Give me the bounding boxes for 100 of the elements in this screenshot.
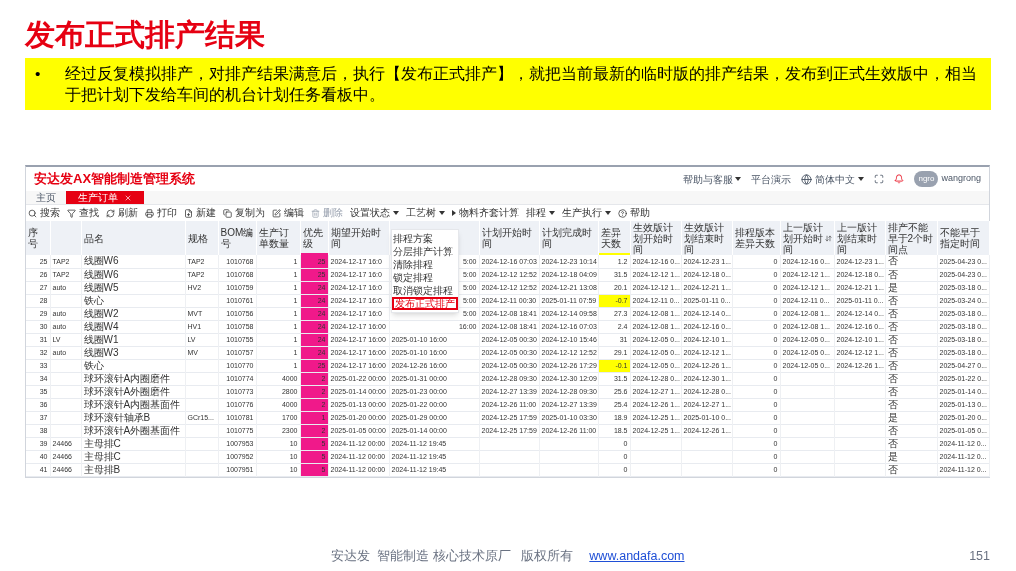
table-cell: 铁心 — [81, 359, 185, 372]
column-header[interactable]: 生产订单数量 — [256, 221, 300, 255]
toolbar-button[interactable]: 打印 — [145, 208, 177, 218]
table-cell: 是 — [885, 281, 937, 294]
toolbar-button[interactable]: 设置状态 — [350, 208, 399, 218]
table-cell: 线圈W1 — [81, 333, 185, 346]
column-header[interactable]: 排产不能早于2个时间点 — [885, 221, 937, 255]
table-cell: 球环滚针A外圈基面件 — [81, 424, 185, 437]
toolbar-button[interactable]: 刷新 — [106, 208, 138, 218]
new-file-icon — [184, 208, 193, 218]
bell-icon[interactable] — [894, 174, 905, 184]
toolbar-button[interactable]: 工艺树 — [406, 208, 445, 218]
table-cell: 球环滚针A内圈磨件 — [81, 372, 185, 385]
menu-item[interactable]: 排程方案 — [392, 232, 458, 245]
table-cell: 否 — [885, 437, 937, 450]
user-name: wangrong — [941, 172, 981, 186]
table-cell: 主母排B — [81, 463, 185, 476]
website-link[interactable]: www.andafa.com — [589, 546, 685, 566]
note-text: 经过反复模拟排产，对排产结果满意后，执行【发布正式排产】，就把当前最新的临时版的排产结果，发布到正式生效版中，相当于把计划下发给车间的机台计划任务看板中。 — [65, 64, 978, 105]
table-cell: 否 — [885, 359, 937, 372]
trash-icon — [311, 208, 320, 218]
top-menu-link[interactable]: 平台演示 — [751, 171, 792, 187]
sort-icon[interactable] — [824, 234, 832, 242]
help-icon — [618, 208, 627, 218]
table-cell: 否 — [885, 333, 937, 346]
bullet: • — [35, 64, 42, 84]
filter-icon — [67, 208, 76, 218]
footer-text: 安达发 智能制造 核心技术原厂 版权所有 — [331, 547, 574, 565]
table-cell: 否 — [885, 320, 937, 333]
table-cell: 球环滚针A外圈磨件 — [81, 385, 185, 398]
menu-item[interactable]: 取消锁定排程 — [392, 284, 458, 297]
refresh-icon — [106, 208, 115, 218]
table-cell: 线圈W3 — [81, 346, 185, 359]
caret-icon — [735, 177, 742, 181]
table-cell: 否 — [885, 346, 937, 359]
menu-item[interactable]: 锁定排程 — [392, 271, 458, 284]
table-cell: 主母排C — [81, 450, 185, 463]
menu-item[interactable]: 发布正式排产 — [392, 297, 458, 310]
toolbar-button[interactable]: 排程 — [526, 208, 555, 218]
globe-icon — [801, 173, 813, 185]
column-header[interactable]: 上一版计划结束时间 — [834, 221, 885, 255]
table-cell: 否 — [885, 372, 937, 385]
menu-item[interactable]: 分层排产计算 — [392, 245, 458, 258]
toolbar-button[interactable]: 查找 — [67, 208, 99, 218]
table-cell: 否 — [885, 385, 937, 398]
column-header[interactable]: 计划开始时间 — [479, 221, 539, 255]
caret-icon — [393, 211, 399, 215]
caret-icon — [439, 211, 445, 215]
caret-icon — [549, 211, 555, 215]
toolbar-button[interactable]: 复制为 — [223, 208, 265, 218]
search-icon — [28, 208, 37, 218]
column-header[interactable]: 规格 — [185, 221, 218, 255]
expand-arrow-icon — [452, 210, 456, 216]
column-header[interactable]: 序号 — [26, 221, 50, 255]
top-menu-link[interactable]: 帮助与客服 — [683, 171, 742, 187]
column-header[interactable]: 期望开始时间 — [328, 221, 389, 255]
toolbar-button[interactable]: 编辑 — [272, 208, 304, 218]
toolbar-button[interactable]: 新建 — [184, 208, 216, 218]
column-header[interactable]: 生效版计划开始时间 — [630, 221, 681, 255]
caret-icon — [605, 211, 611, 215]
column-header[interactable]: 差异天数 — [598, 221, 630, 255]
tab[interactable]: 主页 — [26, 191, 66, 204]
menu-item[interactable]: 清除排程 — [392, 258, 458, 271]
tab[interactable]: 生产订单 — [66, 191, 144, 204]
language-selector[interactable]: 简体中文 — [801, 171, 865, 187]
table-cell: 球环滚针A内圈基面件 — [81, 398, 185, 411]
table-cell: 铁心 — [81, 294, 185, 307]
table-cell: 线圈W2 — [81, 307, 185, 320]
close-icon[interactable] — [124, 193, 132, 202]
toolbar-button[interactable]: 物料齐套计算 — [452, 208, 519, 218]
printer-icon — [145, 208, 154, 218]
column-header[interactable]: 品名 — [81, 221, 185, 255]
column-header[interactable]: 上一版计划开始时间 — [780, 221, 834, 255]
table-cell: 是 — [885, 411, 937, 424]
table-cell: 否 — [885, 255, 937, 268]
table-cell: 否 — [885, 294, 937, 307]
toolbar-button[interactable]: 生产执行 — [562, 208, 611, 218]
column-header[interactable]: 不能早于指定时间 — [937, 221, 989, 255]
table-cell: 否 — [885, 424, 937, 437]
table-cell: 是 — [885, 450, 937, 463]
toolbar-button[interactable]: 搜索 — [28, 208, 60, 218]
column-header[interactable]: 生效版计划结束时间 — [681, 221, 732, 255]
table-cell: 线圈W6 — [81, 268, 185, 281]
table-cell: 否 — [885, 398, 937, 411]
table-cell: 否 — [885, 463, 937, 476]
table-cell: 否 — [885, 307, 937, 320]
table-cell: 线圈W5 — [81, 281, 185, 294]
edit-icon — [272, 208, 281, 218]
table-cell: 线圈W4 — [81, 320, 185, 333]
app-title: 安达发AX智能制造管理系统 — [34, 170, 196, 189]
caret-icon — [858, 177, 865, 181]
column-header[interactable]: 计划完成时间 — [539, 221, 598, 255]
toolbar-button[interactable]: 帮助 — [618, 208, 650, 218]
column-header[interactable]: BOM编号 — [218, 221, 256, 255]
page-number: 151 — [969, 547, 990, 565]
fullscreen-icon[interactable] — [874, 174, 885, 184]
column-header[interactable]: 排程版本差异天数 — [732, 221, 780, 255]
slide-title: 发布正式排产结果 — [25, 17, 266, 53]
table-cell: 否 — [885, 268, 937, 281]
table-cell: 球环滚针轴承B — [81, 411, 185, 424]
